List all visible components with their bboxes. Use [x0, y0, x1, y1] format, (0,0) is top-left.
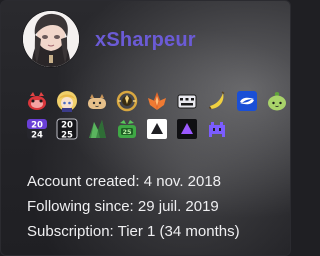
orange-lotus-icon[interactable]: [146, 90, 168, 112]
banana-icon[interactable]: [206, 90, 228, 112]
purple-bits-icon[interactable]: [206, 118, 228, 140]
green-leaf-creature-icon[interactable]: [266, 90, 288, 112]
user-card: xSharpeur 20 24 20 25 25 Account created…: [0, 0, 291, 256]
badge-2025-top-text: 20: [61, 121, 73, 131]
following-since-text: Following since: 29 juil. 2019: [27, 198, 219, 215]
subscription-text: Subscription: Tier 1 (34 months): [27, 223, 240, 240]
purple-triangle-icon[interactable]: [176, 118, 198, 140]
badge-2024-bottom-text: 24: [31, 131, 43, 141]
red-heart-creature-icon[interactable]: [26, 90, 48, 112]
blue-logo-icon[interactable]: [236, 90, 258, 112]
account-created-text: Account created: 4 nov. 2018: [27, 173, 222, 190]
year-2025-badge-icon[interactable]: 20 25: [56, 118, 78, 140]
blonde-character-icon[interactable]: [56, 90, 78, 112]
year-2024-badge-icon[interactable]: 20 24: [26, 118, 48, 140]
username[interactable]: xSharpeur: [95, 29, 196, 52]
badge-2024-top-text: 20: [31, 121, 43, 131]
white-triangle-icon[interactable]: [146, 118, 168, 140]
badge-2025-bottom-text: 25: [61, 131, 73, 141]
user-info: Account created: 4 nov. 2018 Following s…: [27, 169, 240, 244]
green-gem-badge-icon[interactable]: 25: [116, 118, 138, 140]
gem-badge-text: 25: [122, 128, 132, 136]
keyboard-icon[interactable]: [176, 90, 198, 112]
user-header: xSharpeur: [23, 11, 196, 67]
green-crystal-icon[interactable]: [86, 118, 108, 140]
user-avatar[interactable]: [23, 11, 79, 67]
badge-row-2: 20 24 20 25 25: [26, 118, 286, 140]
badge-row-1: [26, 90, 286, 112]
gold-ring-icon[interactable]: [116, 90, 138, 112]
bread-creature-icon[interactable]: [86, 90, 108, 112]
badge-list: 20 24 20 25 25: [26, 90, 286, 146]
